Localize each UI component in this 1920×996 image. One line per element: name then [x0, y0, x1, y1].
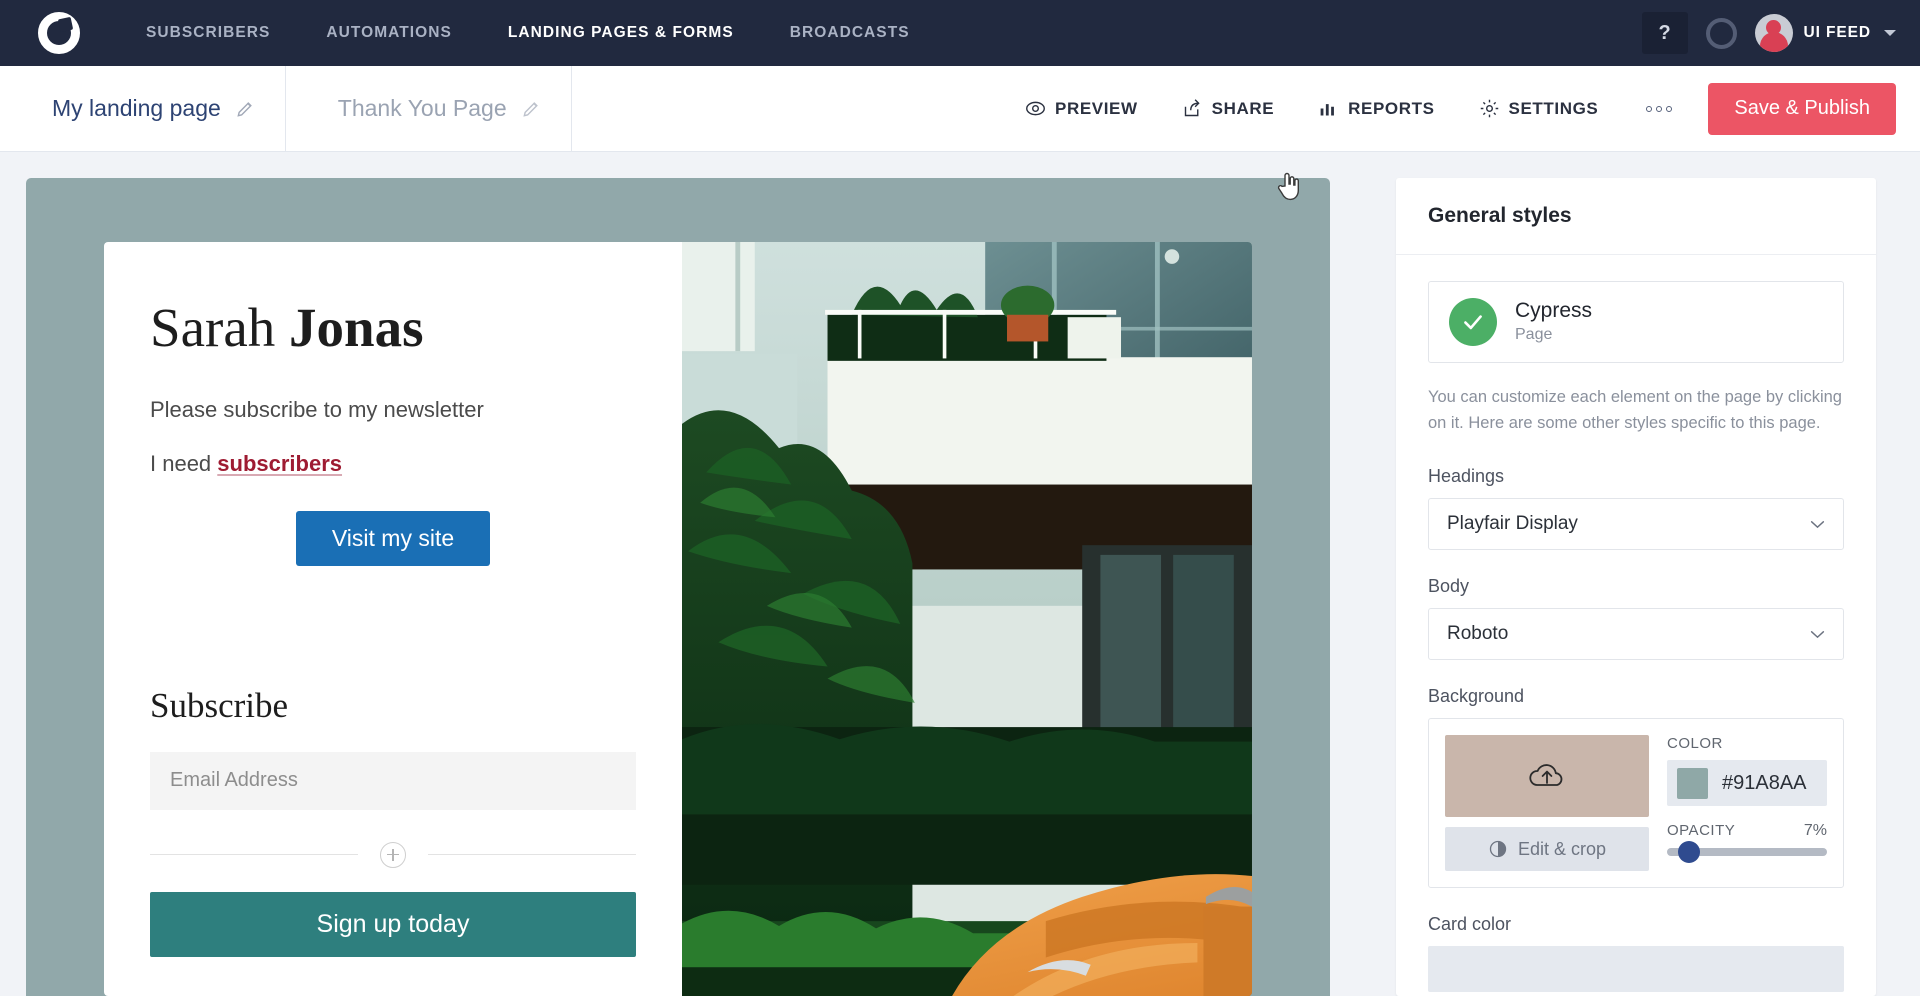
canvas-area: Sarah Jonas Please subscribe to my newsl… [0, 152, 1360, 996]
save-and-publish-button[interactable]: Save & Publish [1708, 82, 1896, 135]
style-name: Cypress [1515, 299, 1593, 323]
share-label: SHARE [1211, 98, 1275, 118]
photo-illustration [682, 242, 1252, 996]
card-color-input[interactable] [1428, 946, 1844, 993]
panel-title: General styles [1396, 178, 1876, 255]
color-swatch[interactable] [1677, 767, 1708, 799]
tab-thank-you-page[interactable]: Thank You Page [286, 66, 572, 151]
opacity-slider[interactable] [1667, 841, 1827, 864]
style-card-text: Cypress Page [1515, 298, 1592, 345]
plus-circle-icon[interactable] [380, 841, 406, 868]
opacity-value: 7% [1803, 822, 1827, 840]
edit-and-crop-label: Edit & crop [1517, 838, 1607, 859]
toolbar-actions: PREVIEW SHARE REPORTS SETTINGS [1003, 66, 1698, 151]
app-logo[interactable] [0, 12, 118, 54]
pencil-icon[interactable] [235, 99, 255, 119]
background-color-value: #91A8AA [1722, 771, 1807, 794]
convertkit-logo-icon [38, 12, 80, 54]
workspace: Sarah Jonas Please subscribe to my newsl… [0, 152, 1920, 996]
body-font-value: Roboto [1447, 623, 1509, 645]
style-type: Page [1515, 325, 1553, 343]
panel-body: Cypress Page You can customize each elem… [1396, 255, 1876, 993]
tab-label: My landing page [52, 95, 221, 121]
selected-style-card[interactable]: Cypress Page [1428, 281, 1844, 363]
landing-page-content: Sarah Jonas Please subscribe to my newsl… [104, 242, 682, 996]
nav-item-landing-pages-and-forms[interactable]: LANDING PAGES & FORMS [480, 24, 762, 42]
share-button[interactable]: SHARE [1160, 66, 1297, 151]
background-color-column: COLOR #91A8AA OPACITY 7% [1667, 735, 1827, 871]
subscribe-heading[interactable]: Subscribe [150, 686, 636, 726]
headings-font-select[interactable]: Playfair Display [1428, 498, 1844, 551]
caret-down-icon [1884, 30, 1896, 36]
nav-item-subscribers[interactable]: SUBSCRIBERS [118, 24, 298, 42]
styles-panel: General styles Cypress Page You can cust… [1396, 178, 1876, 996]
help-button[interactable]: ? [1641, 12, 1688, 54]
primary-nav-links: SUBSCRIBERS AUTOMATIONS LANDING PAGES & … [118, 24, 938, 42]
subscribers-link[interactable]: subscribers [217, 451, 342, 476]
need-prefix: I need [150, 450, 218, 476]
reports-button[interactable]: REPORTS [1296, 66, 1456, 151]
background-image-upload[interactable] [1445, 735, 1649, 818]
email-input[interactable]: Email Address [150, 751, 636, 810]
preview-button[interactable]: PREVIEW [1003, 66, 1160, 151]
opacity-slider-knob[interactable] [1678, 841, 1701, 864]
reports-label: REPORTS [1348, 98, 1435, 118]
background-color-input[interactable]: #91A8AA [1667, 760, 1827, 807]
divider-rule-left [150, 854, 358, 855]
headings-label: Headings [1428, 466, 1505, 487]
landing-page-card: Sarah Jonas Please subscribe to my newsl… [104, 242, 1252, 996]
check-circle-icon [1449, 298, 1497, 346]
background-image-column: Edit & crop [1445, 735, 1649, 872]
gear-icon [1480, 99, 1498, 118]
background-settings: Edit & crop COLOR #91A8AA OPACITY 7% [1428, 718, 1844, 889]
page-canvas[interactable]: Sarah Jonas Please subscribe to my newsl… [26, 178, 1330, 996]
user-name-label: UI FEED [1803, 24, 1871, 41]
settings-button[interactable]: SETTINGS [1457, 66, 1621, 151]
styles-panel-container: General styles Cypress Page You can cust… [1360, 152, 1920, 996]
background-color-label: COLOR [1667, 735, 1723, 753]
add-field-divider [150, 841, 636, 868]
page-title-first: Sarah [150, 297, 289, 358]
headings-font-value: Playfair Display [1447, 513, 1578, 535]
nav-item-broadcasts[interactable]: BROADCASTS [762, 24, 938, 42]
background-label: Background [1428, 686, 1525, 707]
eye-icon [1026, 101, 1045, 116]
user-menu[interactable]: UI FEED [1754, 14, 1896, 52]
pencil-icon[interactable] [521, 99, 541, 119]
ellipsis-icon[interactable] [1620, 105, 1698, 112]
circle-icon[interactable] [1705, 17, 1737, 49]
page-title[interactable]: Sarah Jonas [150, 297, 636, 359]
contrast-icon [1489, 840, 1507, 858]
bar-chart-icon [1320, 104, 1335, 116]
opacity-label: OPACITY [1667, 822, 1736, 840]
nav-item-automations[interactable]: AUTOMATIONS [298, 24, 480, 42]
page-subtitle[interactable]: Please subscribe to my newsletter [150, 397, 636, 423]
top-navigation-bar: SUBSCRIBERS AUTOMATIONS LANDING PAGES & … [0, 0, 1920, 66]
sign-up-today-button[interactable]: Sign up today [150, 891, 636, 957]
cloud-upload-icon [1529, 764, 1563, 787]
hero-photo[interactable] [682, 242, 1252, 996]
page-title-last: Jonas [288, 297, 424, 358]
edit-and-crop-button[interactable]: Edit & crop [1445, 827, 1649, 872]
card-color-label: Card color [1428, 914, 1512, 935]
preview-label: PREVIEW [1055, 98, 1138, 118]
panel-hint-text: You can customize each element on the pa… [1428, 388, 1842, 432]
body-label: Body [1428, 576, 1470, 597]
chevron-down-icon [1810, 520, 1825, 528]
avatar-icon [1754, 14, 1793, 52]
editor-toolbar: My landing page Thank You Page PREVIEW S… [0, 66, 1920, 201]
tab-label: Thank You Page [337, 95, 507, 121]
settings-label: SETTINGS [1508, 98, 1599, 118]
tab-my-landing-page[interactable]: My landing page [0, 66, 286, 151]
share-icon [1184, 99, 1200, 117]
chevron-down-icon [1810, 630, 1825, 638]
nav-right-cluster: ? UI FEED [1641, 12, 1920, 54]
divider-rule-right [428, 854, 636, 855]
body-font-select[interactable]: Roboto [1428, 608, 1844, 661]
visit-my-site-button[interactable]: Visit my site [296, 510, 490, 566]
opacity-row: OPACITY 7% [1667, 822, 1827, 840]
page-need-line[interactable]: I need subscribers [150, 451, 636, 477]
